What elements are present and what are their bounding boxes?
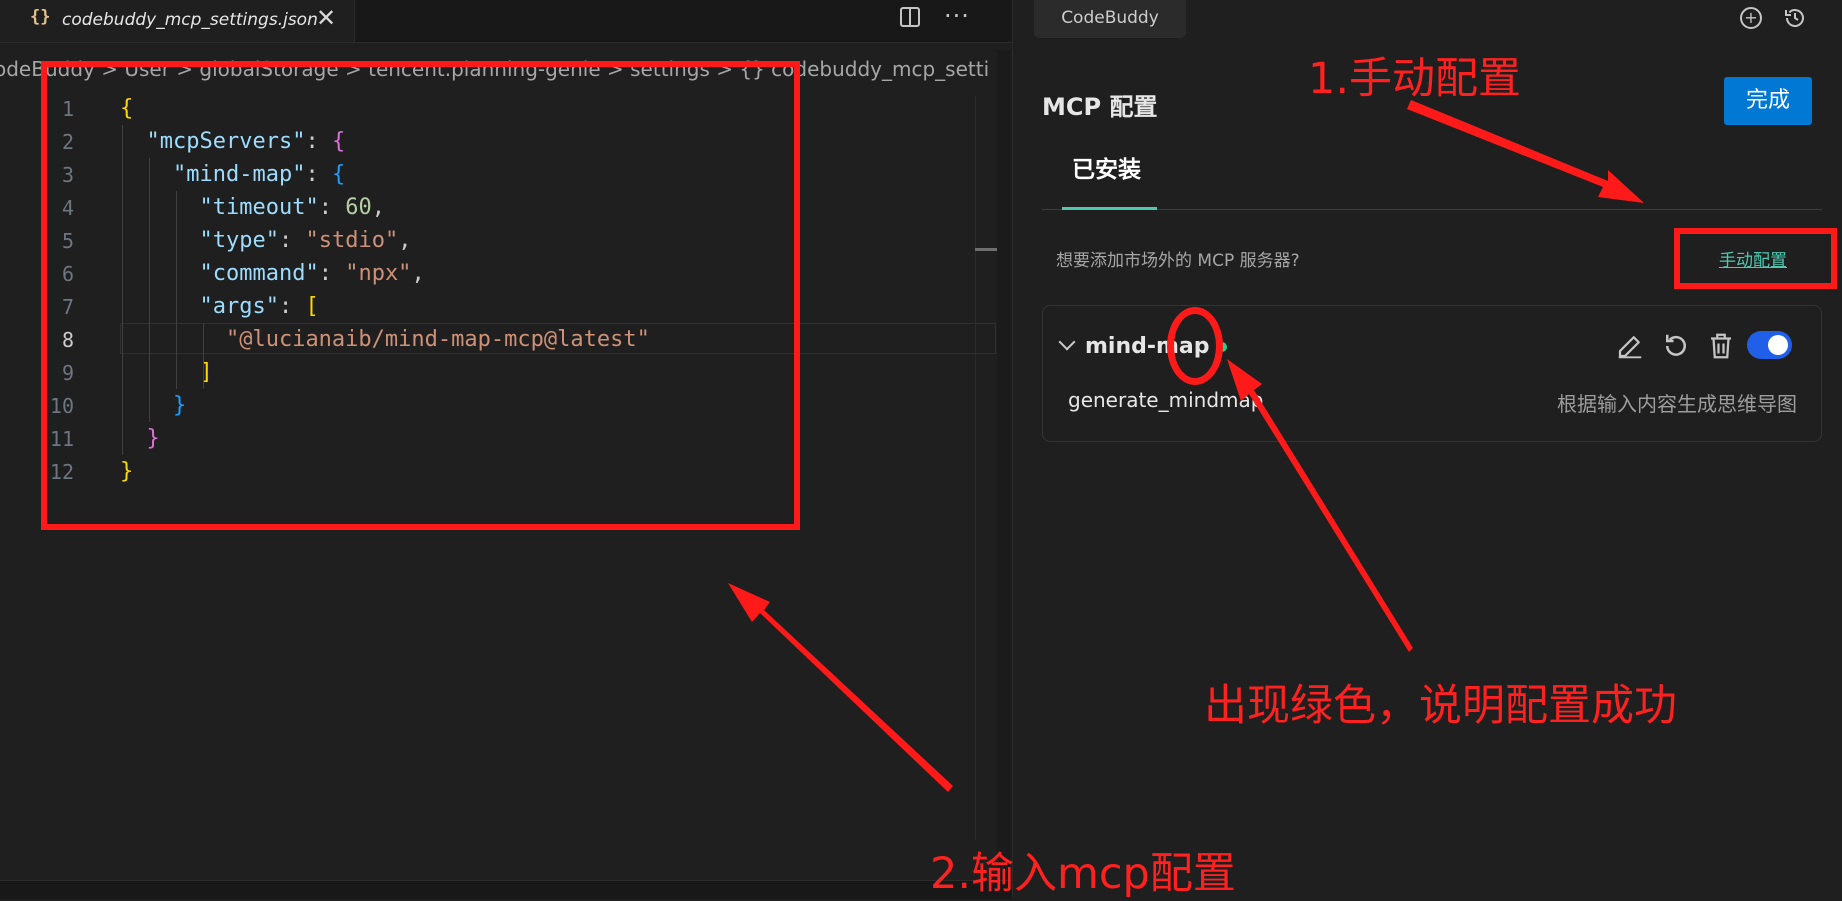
annotation-arrows [728, 100, 1644, 792]
annotation-arrow-step1 [1407, 100, 1644, 203]
annotation-step2: 2.输入mcp配置 [930, 849, 1236, 899]
annotation-arrow-success [1227, 359, 1413, 652]
annotation-success-note: 出现绿色，说明配置成功 [1204, 681, 1677, 731]
annotation-step1: 1.手动配置 [1308, 54, 1522, 104]
annotation-arrow-step2 [728, 583, 953, 792]
